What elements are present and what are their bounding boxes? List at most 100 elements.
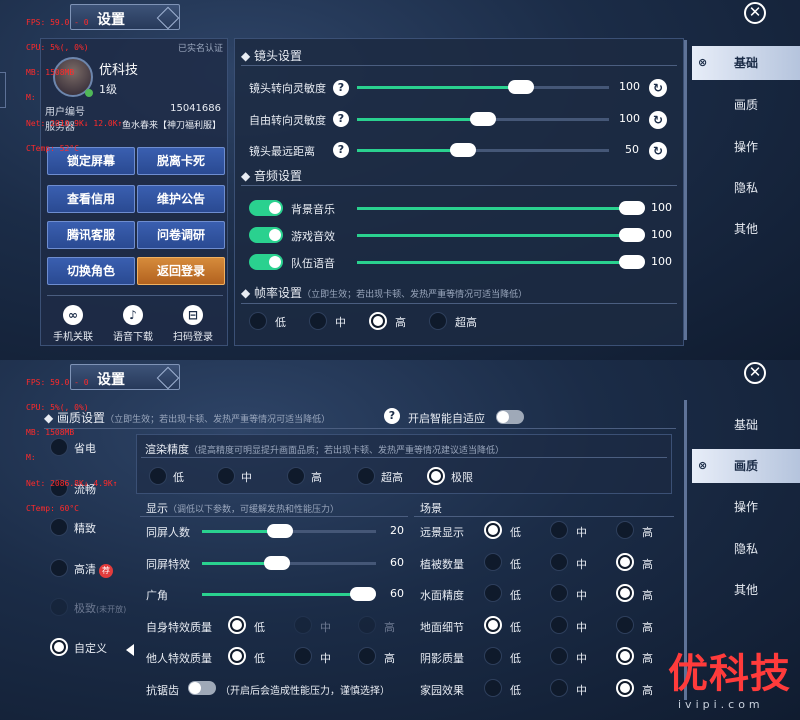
help-icon[interactable]: ?	[333, 142, 349, 158]
switch-role-button[interactable]: 切换角色	[47, 257, 135, 285]
free-turn-slider[interactable]	[357, 112, 609, 126]
voice-download-button[interactable]: ♪ 语音下载	[103, 305, 163, 343]
nav-other[interactable]: 其他	[692, 212, 800, 246]
reset-icon[interactable]: ↻	[649, 142, 667, 160]
help-icon[interactable]: ?	[333, 111, 349, 127]
nav-controls[interactable]: 操作	[692, 490, 800, 524]
slider-thumb[interactable]	[619, 228, 645, 242]
selected-arrow-icon	[126, 644, 134, 656]
scene-option-label: 低	[510, 557, 521, 571]
reset-icon[interactable]: ↻	[649, 79, 667, 97]
slider-thumb[interactable]	[507, 80, 534, 94]
render-ultra-radio[interactable]	[357, 467, 375, 485]
scene-option-radio[interactable]	[616, 647, 634, 665]
reset-icon[interactable]: ↻	[649, 111, 667, 129]
free-turn-value: 100	[619, 112, 640, 125]
bgm-slider[interactable]	[357, 201, 645, 215]
recommended-badge: 荐	[99, 564, 113, 578]
help-icon[interactable]: ?	[333, 80, 349, 96]
sfx-slider[interactable]	[357, 228, 645, 242]
nav-privacy[interactable]: 隐私	[692, 171, 800, 205]
team-voice-toggle[interactable]	[249, 254, 283, 270]
back-to-login-button[interactable]: 返回登录	[137, 257, 225, 285]
preset-extreme-label: 极致(未开放)	[74, 602, 127, 615]
scene-option-radio[interactable]	[550, 584, 568, 602]
render-extreme-radio[interactable]	[427, 467, 445, 485]
render-high-radio[interactable]	[287, 467, 305, 485]
other-effect-mid-label: 中	[320, 652, 331, 665]
self-effect-low-radio[interactable]	[228, 616, 246, 634]
other-effect-low-radio[interactable]	[228, 647, 246, 665]
fps-low-radio[interactable]	[249, 312, 267, 330]
render-mid-radio[interactable]	[217, 467, 235, 485]
nav-basic[interactable]: 基础	[692, 46, 800, 80]
preset-hd-radio[interactable]	[50, 559, 68, 577]
nav-other[interactable]: 其他	[692, 573, 800, 607]
slider-thumb[interactable]	[263, 556, 290, 570]
nav-basic[interactable]: 基础	[692, 408, 800, 442]
nav-graphics[interactable]: 画质	[692, 449, 800, 483]
fps-mid-radio[interactable]	[309, 312, 327, 330]
camera-distance-slider[interactable]	[357, 143, 609, 157]
scene-option-radio[interactable]	[484, 521, 502, 539]
fps-high-radio[interactable]	[369, 312, 387, 330]
scene-option-radio[interactable]	[550, 678, 568, 697]
notice-button[interactable]: 维护公告	[137, 185, 225, 213]
scene-option-radio[interactable]	[550, 521, 568, 539]
preset-custom-radio[interactable]	[50, 638, 68, 656]
close-icon[interactable]: ✕	[744, 2, 766, 24]
sfx-toggle[interactable]	[249, 227, 283, 243]
bgm-toggle[interactable]	[249, 200, 283, 216]
credit-button[interactable]: 查看信用	[47, 185, 135, 213]
scene-option-radio[interactable]	[484, 584, 502, 602]
music-icon: ♪	[123, 305, 143, 325]
render-low-radio[interactable]	[149, 467, 167, 485]
camera-turn-slider[interactable]	[357, 80, 609, 94]
scene-option-label: 高	[642, 620, 653, 634]
scene-option-radio[interactable]	[550, 647, 568, 665]
close-icon[interactable]: ✕	[744, 362, 766, 384]
other-effect-high-radio[interactable]	[358, 647, 376, 665]
render-high-label: 高	[311, 471, 322, 484]
scene-option-radio[interactable]	[616, 615, 634, 634]
slider-thumb[interactable]	[619, 255, 645, 269]
slider-thumb[interactable]	[350, 587, 376, 601]
antialias-toggle[interactable]	[188, 681, 216, 695]
scene-option-radio[interactable]	[616, 584, 634, 602]
debug-line: M:	[26, 453, 36, 463]
scene-option-radio[interactable]	[616, 521, 634, 539]
slider-thumb[interactable]	[470, 112, 496, 126]
other-effect-low-label: 低	[254, 652, 265, 665]
slider-thumb[interactable]	[267, 524, 294, 538]
team-voice-slider[interactable]	[357, 255, 645, 269]
scene-title: 场景	[420, 502, 442, 515]
scene-option-radio[interactable]	[550, 615, 568, 634]
scene-option-radio[interactable]	[484, 615, 502, 634]
fps-ultra-radio[interactable]	[429, 312, 447, 330]
debug-line: CTemp: 52°C	[26, 143, 79, 153]
scene-option-radio[interactable]	[616, 678, 634, 697]
unstuck-button[interactable]: 脱离卡死	[137, 147, 225, 175]
crowd-slider[interactable]	[202, 524, 376, 538]
slider-thumb[interactable]	[619, 201, 645, 215]
scene-option-radio[interactable]	[484, 678, 502, 697]
slider-thumb[interactable]	[449, 143, 476, 157]
side-handle[interactable]	[0, 72, 6, 108]
server-value: 鱼水春来【神刀福利服】	[121, 121, 221, 131]
survey-button[interactable]: 问卷调研	[137, 221, 225, 249]
phone-link-button[interactable]: ∞ 手机关联	[43, 305, 103, 343]
scene-option-radio[interactable]	[484, 647, 502, 665]
other-effect-mid-radio[interactable]	[294, 647, 312, 665]
scan-login-button[interactable]: ⊟ 扫码登录	[163, 305, 223, 343]
help-icon[interactable]: ?	[384, 408, 400, 424]
nav-graphics[interactable]: 画质	[692, 88, 800, 122]
fov-slider[interactable]	[202, 587, 376, 601]
effects-slider[interactable]	[202, 556, 376, 570]
scene-option-radio[interactable]	[550, 552, 568, 571]
nav-controls[interactable]: 操作	[692, 130, 800, 164]
scene-option-radio[interactable]	[484, 552, 502, 571]
support-button[interactable]: 腾讯客服	[47, 221, 135, 249]
adaptive-toggle[interactable]	[496, 410, 524, 424]
scene-option-radio[interactable]	[616, 552, 634, 571]
nav-privacy[interactable]: 隐私	[692, 532, 800, 566]
